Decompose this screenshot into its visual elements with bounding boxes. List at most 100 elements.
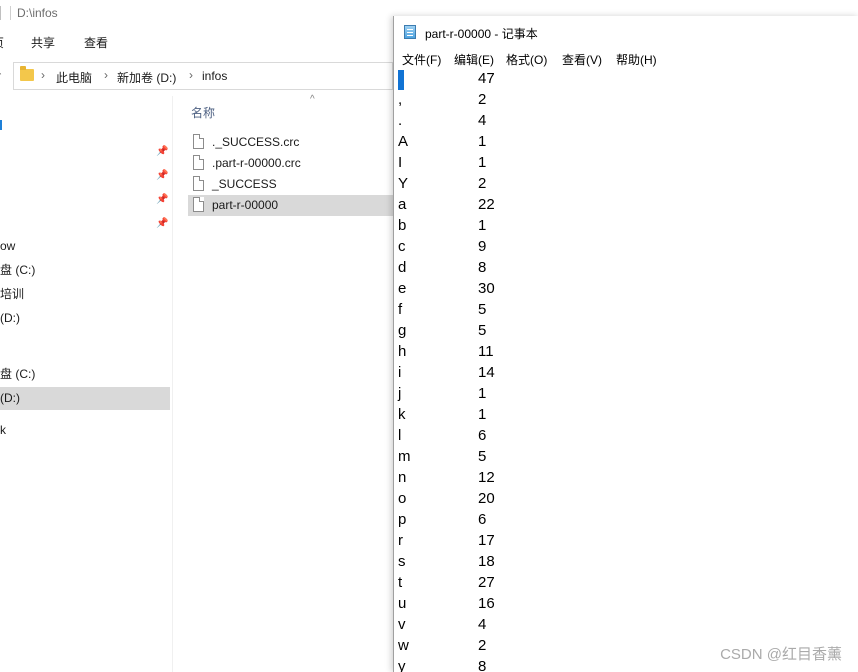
line-count: 2 xyxy=(478,175,487,192)
nav-item-drive-c[interactable]: 盘 (C:) xyxy=(0,259,170,282)
line-token: l xyxy=(398,427,402,444)
chevron-right-icon: › xyxy=(189,68,193,82)
file-name: .part-r-00000.crc xyxy=(212,156,301,170)
line-count: 8 xyxy=(478,259,487,276)
nav-item-window[interactable]: ow xyxy=(0,235,170,258)
line-token: . xyxy=(398,112,403,129)
nav-item-drive-d[interactable]: (D:) xyxy=(0,307,170,330)
line-count: 12 xyxy=(478,469,495,486)
line-count: 30 xyxy=(478,280,495,297)
file-name: ._SUCCESS.crc xyxy=(212,135,300,149)
pin-icon[interactable]: 📌 xyxy=(156,194,168,206)
text-line: r 17 xyxy=(394,530,858,551)
pin-icon[interactable]: 📌 xyxy=(156,146,168,158)
line-token: f xyxy=(398,301,403,318)
menu-view[interactable]: 查看(V) xyxy=(562,51,602,68)
line-token: I xyxy=(398,154,403,171)
line-count: 18 xyxy=(478,553,495,570)
column-header-name[interactable]: 名称 xyxy=(191,104,215,121)
menu-help[interactable]: 帮助(H) xyxy=(616,51,657,68)
chevron-right-icon: › xyxy=(41,68,45,82)
breadcrumb-this-pc[interactable]: 此电脑 xyxy=(56,69,92,86)
line-token: b xyxy=(398,217,407,234)
text-line: v4 xyxy=(394,614,858,635)
line-token: t xyxy=(398,574,403,591)
menu-format[interactable]: 格式(O) xyxy=(506,51,547,68)
nav-item-drive-c[interactable]: 盘 (C:) xyxy=(0,363,170,386)
line-count: 5 xyxy=(478,322,487,339)
title-separator xyxy=(10,6,11,20)
watermark: CSDN @红目香薰 xyxy=(720,646,842,663)
nav-item-label: (D:) xyxy=(0,391,20,405)
nav-item-label: ow xyxy=(0,239,16,253)
file-icon xyxy=(193,176,204,191)
line-count: 6 xyxy=(478,427,487,444)
text-line: n 12 xyxy=(394,467,858,488)
notepad-title-bar[interactable]: part-r-00000 - 记事本 xyxy=(394,16,858,48)
text-line: A1 xyxy=(394,131,858,152)
file-row-selected[interactable]: part-r-00000 xyxy=(188,195,394,216)
line-token: n xyxy=(398,469,407,486)
line-count: 1 xyxy=(478,217,487,234)
folder-icon xyxy=(20,66,34,81)
breadcrumb-infos[interactable]: infos xyxy=(202,69,227,83)
up-arrow-icon[interactable]: ↑ xyxy=(0,67,3,83)
line-token: e xyxy=(398,280,407,297)
quick-access-marker xyxy=(0,120,2,130)
text-line: Y2 xyxy=(394,173,858,194)
text-line: o 20 xyxy=(394,488,858,509)
notepad-text-area[interactable]: 47, 2. 4 A 1 I 1 Y 2 a 22 b 1 c 9 d 8 e 30 f 5 g 5 h 11 i 14 j 1 k 1 l 6… xyxy=(394,68,858,672)
text-line: e 30 xyxy=(394,278,858,299)
ribbon-tab-share[interactable]: 共享 xyxy=(31,34,55,51)
line-count: 5 xyxy=(478,301,487,318)
ribbon-tab-partial[interactable]: 页 xyxy=(0,34,4,51)
line-token: r xyxy=(398,532,403,549)
nav-item-label: 盘 (C:) xyxy=(0,367,36,381)
sort-ascending-icon[interactable]: ^ xyxy=(310,94,315,105)
line-count: 5 xyxy=(478,448,487,465)
line-token: g xyxy=(398,322,407,339)
text-line: s 18 xyxy=(394,551,858,572)
line-token: A xyxy=(398,133,409,150)
line-count: 47 xyxy=(478,70,495,87)
text-line: t 27 xyxy=(394,572,858,593)
nav-item-network[interactable]: k xyxy=(0,419,170,442)
nav-item-drive-d-selected[interactable]: (D:) xyxy=(0,387,170,410)
menu-file[interactable]: 文件(F) xyxy=(402,51,441,68)
notepad-window: part-r-00000 - 记事本 文件(F) 编辑(E) 格式(O) 查看(… xyxy=(393,16,858,672)
line-count: 27 xyxy=(478,574,495,591)
line-count: 16 xyxy=(478,595,495,612)
line-token: h xyxy=(398,343,407,360)
text-line: I1 xyxy=(394,152,858,173)
nav-item-label: 培训 xyxy=(0,287,25,301)
line-token: y xyxy=(398,658,406,672)
line-token: Y xyxy=(398,175,409,192)
ribbon-tab-view[interactable]: 查看 xyxy=(84,34,108,51)
text-line: p6 xyxy=(394,509,858,530)
nav-item-training[interactable]: 培训 xyxy=(0,283,170,306)
text-line: b1 xyxy=(394,215,858,236)
pin-icon[interactable]: 📌 xyxy=(156,218,168,230)
file-row[interactable]: _SUCCESS xyxy=(188,174,394,195)
notepad-icon xyxy=(404,25,416,39)
line-count: 20 xyxy=(478,490,495,507)
line-token: s xyxy=(398,553,406,570)
nav-item-label: (D:) xyxy=(0,311,20,325)
file-row[interactable]: .part-r-00000.crc xyxy=(188,153,394,174)
line-token: m xyxy=(398,448,411,465)
file-icon xyxy=(193,155,204,170)
line-token: , xyxy=(398,91,403,108)
breadcrumb-volume-d[interactable]: 新加卷 (D:) xyxy=(117,69,176,86)
text-line: d8 xyxy=(394,257,858,278)
text-line: u 16 xyxy=(394,593,858,614)
text-line: i 14 xyxy=(394,362,858,383)
text-line: k1 xyxy=(394,404,858,425)
line-token: k xyxy=(398,406,406,423)
file-row[interactable]: ._SUCCESS.crc xyxy=(188,132,394,153)
text-line: c9 xyxy=(394,236,858,257)
pin-icon[interactable]: 📌 xyxy=(156,170,168,182)
line-count: 1 xyxy=(478,385,487,402)
address-bar[interactable]: › 此电脑 › 新加卷 (D:) › infos xyxy=(13,62,393,90)
menu-edit[interactable]: 编辑(E) xyxy=(454,51,494,68)
text-line: g5 xyxy=(394,320,858,341)
